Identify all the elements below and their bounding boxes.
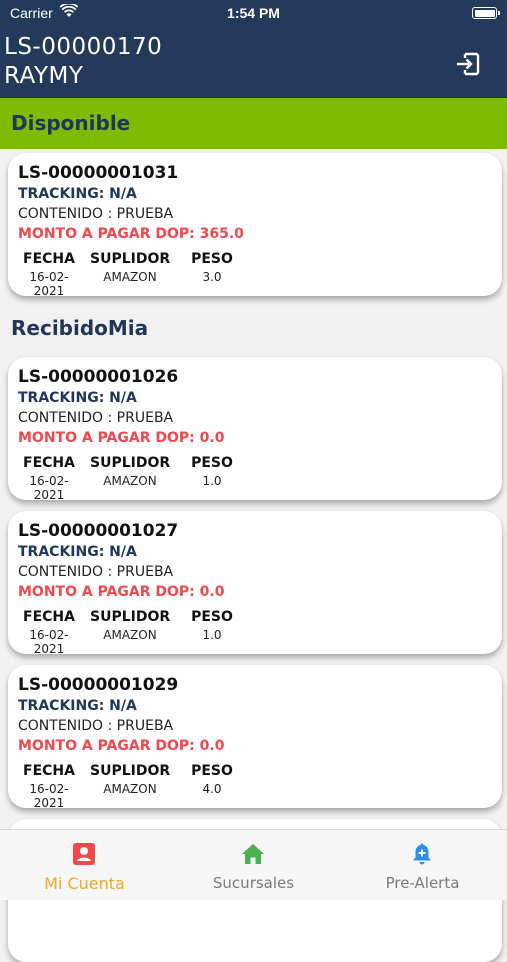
date-value: 16-02-2021 <box>29 628 69 656</box>
supplier-value: AMAZON <box>103 270 157 284</box>
supplier-column: SUPLIDOR AMAZON <box>90 763 170 796</box>
supplier-header: SUPLIDOR <box>90 763 171 779</box>
clock: 1:54 PM <box>227 5 280 21</box>
weight-header: PESO <box>191 763 233 779</box>
package-amount: MONTO A PAGAR DOP: 0.0 <box>18 584 225 600</box>
date-value: 16-02-2021 <box>29 782 69 810</box>
package-card[interactable]: LS-00000001027 TRACKING: N/A CONTENIDO :… <box>8 511 502 656</box>
app-header: LS-00000170 RAYMY <box>0 28 507 98</box>
bell-plus-icon <box>413 843 431 865</box>
tab-sucursales[interactable]: Sucursales <box>169 830 338 901</box>
weight-header: PESO <box>191 455 233 471</box>
supplier-value: AMAZON <box>103 474 157 488</box>
package-amount: MONTO A PAGAR DOP: 365.0 <box>18 226 244 242</box>
status-bar: Carrier 1:54 PM <box>0 0 507 28</box>
tab-label: Pre-Alerta <box>385 874 460 892</box>
package-content: CONTENIDO : PRUEBA <box>18 564 174 580</box>
date-column: FECHA 16-02-2021 <box>18 455 80 502</box>
date-column: FECHA 16-02-2021 <box>18 251 80 298</box>
weight-column: PESO 4.0 <box>190 763 234 796</box>
date-header: FECHA <box>23 455 75 471</box>
tab-pre-alerta[interactable]: Pre-Alerta <box>338 830 507 901</box>
weight-header: PESO <box>191 251 233 267</box>
weight-value: 4.0 <box>202 782 222 796</box>
section-title: Disponible <box>11 111 131 135</box>
account-name: RAYMY <box>4 63 84 89</box>
package-content: CONTENIDO : PRUEBA <box>18 410 174 426</box>
tab-label: Sucursales <box>212 874 295 892</box>
package-card[interactable]: LS-00000001026 TRACKING: N/A CONTENIDO :… <box>8 357 502 502</box>
supplier-column: SUPLIDOR AMAZON <box>90 609 170 642</box>
package-code: LS-00000001026 <box>18 367 179 387</box>
date-value: 16-02-2021 <box>29 474 69 502</box>
date-column: FECHA 16-02-2021 <box>18 609 80 656</box>
date-header: FECHA <box>23 609 75 625</box>
weight-value: 1.0 <box>202 628 222 642</box>
date-column: FECHA 16-02-2021 <box>18 763 80 810</box>
supplier-header: SUPLIDOR <box>90 609 171 625</box>
package-code: LS-00000001029 <box>18 675 179 695</box>
package-content: CONTENIDO : PRUEBA <box>18 718 174 734</box>
package-tracking: TRACKING: N/A <box>18 390 137 406</box>
supplier-value: AMAZON <box>103 782 157 796</box>
package-tracking: TRACKING: N/A <box>18 698 137 714</box>
tab-label: Mi Cuenta <box>44 874 125 893</box>
account-code: LS-00000170 <box>4 34 163 60</box>
home-icon <box>242 844 264 864</box>
weight-column: PESO 1.0 <box>190 455 234 488</box>
date-value: 16-02-2021 <box>29 270 69 298</box>
package-card[interactable]: LS-00000001031 TRACKING: N/A CONTENIDO :… <box>8 153 502 298</box>
supplier-column: SUPLIDOR AMAZON <box>90 251 170 284</box>
logout-icon[interactable] <box>454 50 482 78</box>
weight-value: 1.0 <box>202 474 222 488</box>
section-header-recibidomia: RecibidoMia <box>11 316 149 340</box>
bottom-tab-bar: Mi Cuenta Sucursales Pre-Alerta <box>0 829 507 900</box>
package-code: LS-00000001031 <box>18 163 179 183</box>
section-header-disponible: Disponible <box>0 98 507 149</box>
battery-icon <box>472 7 500 19</box>
user-account-icon <box>73 843 95 865</box>
supplier-header: SUPLIDOR <box>90 251 171 267</box>
supplier-value: AMAZON <box>103 628 157 642</box>
package-content: CONTENIDO : PRUEBA <box>18 206 174 222</box>
supplier-header: SUPLIDOR <box>90 455 171 471</box>
weight-header: PESO <box>191 609 233 625</box>
supplier-column: SUPLIDOR AMAZON <box>90 455 170 488</box>
weight-column: PESO 3.0 <box>190 251 234 284</box>
tab-mi-cuenta[interactable]: Mi Cuenta <box>0 830 169 901</box>
package-card[interactable]: LS-00000001029 TRACKING: N/A CONTENIDO :… <box>8 665 502 810</box>
package-code: LS-00000001027 <box>18 521 179 541</box>
package-amount: MONTO A PAGAR DOP: 0.0 <box>18 430 225 446</box>
date-header: FECHA <box>23 763 75 779</box>
package-tracking: TRACKING: N/A <box>18 544 137 560</box>
package-amount: MONTO A PAGAR DOP: 0.0 <box>18 738 225 754</box>
weight-value: 3.0 <box>202 270 222 284</box>
date-header: FECHA <box>23 251 75 267</box>
weight-column: PESO 1.0 <box>190 609 234 642</box>
package-tracking: TRACKING: N/A <box>18 186 137 202</box>
